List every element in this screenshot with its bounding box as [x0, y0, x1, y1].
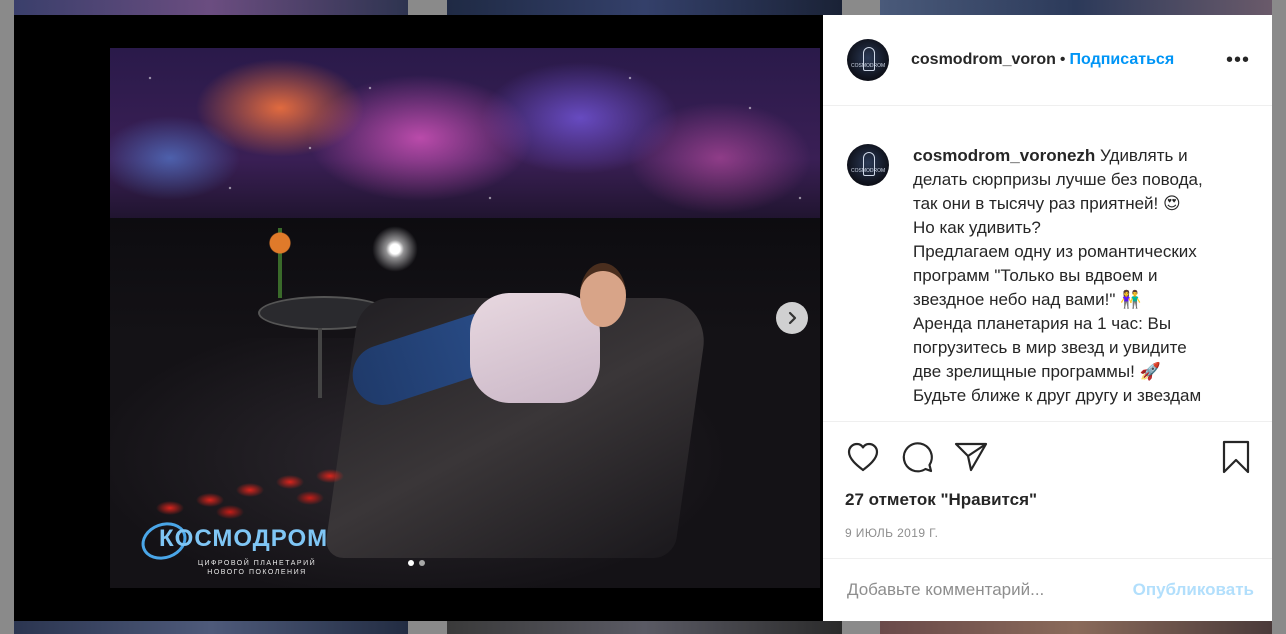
caption-text: cosmodrom_voronezh Удивлять и делать сюр…: [913, 146, 1203, 405]
carousel-indicator: [408, 560, 425, 566]
comment-bubble-icon: [902, 442, 933, 473]
post-header: COSMODROM cosmodrom_voron • Подписаться …: [823, 15, 1272, 106]
rose-petals: [140, 468, 370, 528]
follow-button[interactable]: Подписаться: [1070, 51, 1175, 69]
post-media: КОСМОДРОМ ЦИФРОВОЙ ПЛАНЕТАРИЙ НОВОГО ПОК…: [14, 15, 823, 621]
caption-comment: COSMODROM cosmodrom_voronezh Удивлять и …: [847, 144, 1248, 408]
paper-plane-icon: [954, 442, 988, 472]
caption-scroll-area[interactable]: COSMODROM cosmodrom_voronezh Удивлять и …: [823, 106, 1272, 421]
publish-button[interactable]: Опубликовать: [1133, 580, 1254, 600]
logo-wordmark: КОСМОДРОМ: [159, 525, 329, 552]
feed-thumbnail[interactable]: [447, 621, 842, 634]
logo-tagline: ЦИФРОВОЙ ПЛАНЕТАРИЙ НОВОГО ПОКОЛЕНИЯ: [197, 560, 317, 576]
heart-icon: [847, 442, 879, 472]
post-sidebar: COSMODROM cosmodrom_voron • Подписаться …: [823, 15, 1272, 621]
feed-thumbnail[interactable]: [447, 0, 842, 15]
like-button[interactable]: [845, 439, 881, 475]
couple-figure: [470, 293, 600, 403]
post-date[interactable]: 9 ИЮЛЬ 2019 Г.: [845, 526, 1250, 558]
header-username-link[interactable]: cosmodrom_voron: [911, 51, 1056, 69]
carousel-next-button[interactable]: [776, 302, 808, 334]
flower-vase: [260, 228, 300, 298]
comment-input[interactable]: [845, 579, 1133, 601]
save-button[interactable]: [1218, 439, 1254, 475]
caption-username-link[interactable]: cosmodrom_voronezh: [913, 146, 1095, 165]
more-options-button[interactable]: •••: [1226, 50, 1250, 70]
carousel-dot: [419, 560, 425, 566]
chevron-right-icon: [788, 311, 797, 325]
carousel-dot-active: [408, 560, 414, 566]
feed-thumbnail[interactable]: [14, 621, 408, 634]
feed-thumbnail[interactable]: [880, 0, 1272, 15]
share-button[interactable]: [953, 439, 989, 475]
post-actions: 27 отметок "Нравится" 9 ИЮЛЬ 2019 Г.: [823, 421, 1272, 558]
comment-button[interactable]: [899, 439, 935, 475]
projector-light: [372, 226, 418, 272]
feed-thumbnail[interactable]: [880, 621, 1272, 634]
separator-dot: •: [1059, 51, 1066, 68]
nebula-dome: [110, 48, 820, 233]
post-modal: КОСМОДРОМ ЦИФРОВОЙ ПЛАНЕТАРИЙ НОВОГО ПОК…: [14, 15, 1272, 621]
post-photo[interactable]: КОСМОДРОМ ЦИФРОВОЙ ПЛАНЕТАРИЙ НОВОГО ПОК…: [110, 48, 820, 588]
avatar[interactable]: COSMODROM: [847, 144, 889, 186]
feed-thumbnail[interactable]: [14, 0, 408, 15]
action-bar: [845, 422, 1250, 488]
comment-form: Опубликовать: [823, 558, 1272, 621]
bookmark-icon: [1222, 440, 1250, 474]
avatar[interactable]: COSMODROM: [847, 39, 889, 81]
brand-logo: КОСМОДРОМ ЦИФРОВОЙ ПЛАНЕТАРИЙ НОВОГО ПОК…: [136, 516, 351, 583]
likes-count[interactable]: 27 отметок "Нравится": [845, 490, 1250, 510]
